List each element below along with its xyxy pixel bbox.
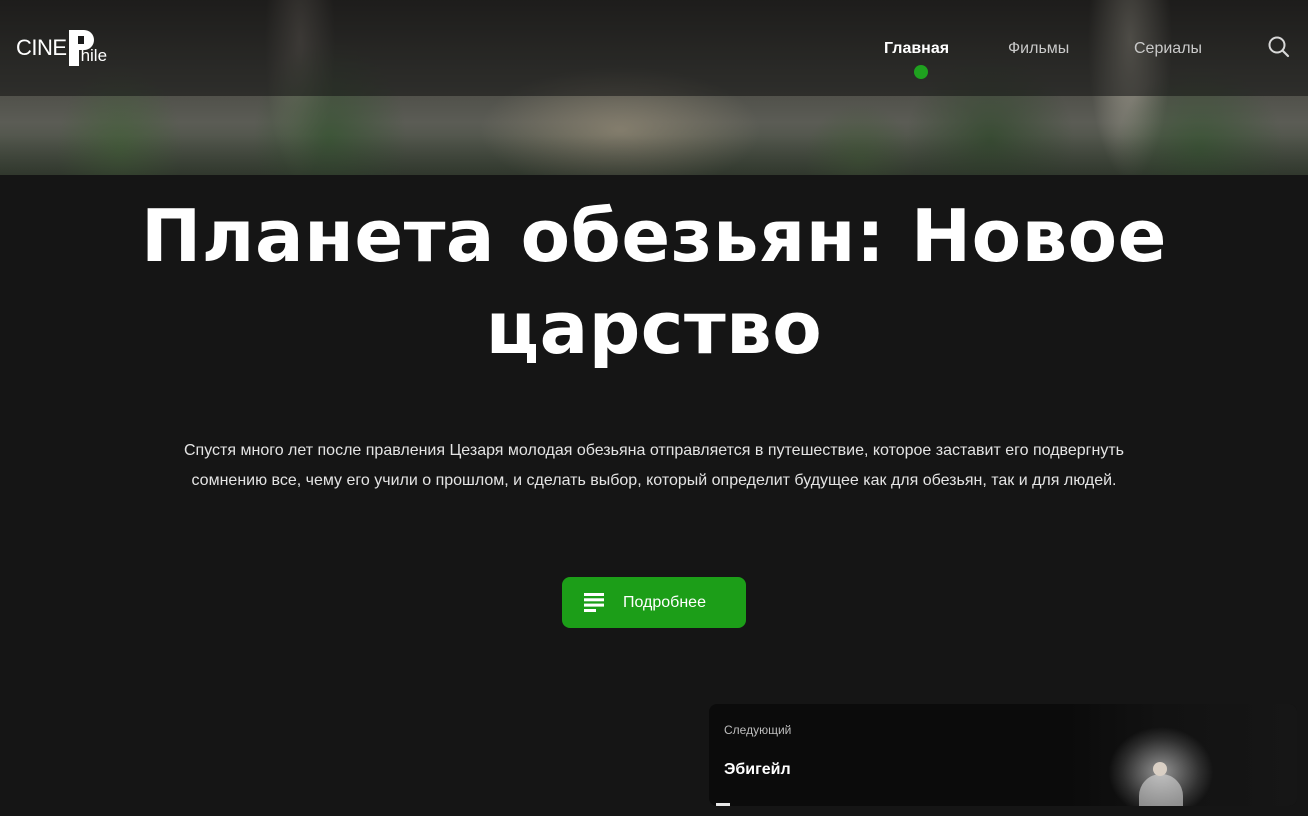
logo-mark: hile xyxy=(67,28,107,68)
thumbnail-figure-body xyxy=(1139,774,1183,806)
next-up-card[interactable]: Следующий Эбигейл xyxy=(709,704,1297,806)
details-button[interactable]: Подробнее xyxy=(562,577,746,628)
thumbnail-figure-head xyxy=(1153,762,1167,776)
next-up-label: Следующий xyxy=(724,723,792,737)
logo-prefix: CINE xyxy=(16,35,67,60)
list-icon xyxy=(584,593,604,612)
top-navigation-bar: CINE hile Главная Фильмы Сериалы xyxy=(0,0,1308,96)
details-button-label: Подробнее xyxy=(623,594,706,611)
logo-suffix: hile xyxy=(80,46,108,65)
hero-title: Планета обезьян: Новое царство xyxy=(141,194,1167,370)
next-up-title: Эбигейл xyxy=(724,761,791,778)
search-icon-glyph xyxy=(1268,36,1290,58)
nav-item-home[interactable]: Главная xyxy=(884,38,949,60)
nav-item-movies[interactable]: Фильмы xyxy=(1008,38,1069,60)
page: CINE hile Главная Фильмы Сериалы Планета… xyxy=(0,0,1308,816)
search-icon[interactable] xyxy=(1266,34,1292,60)
next-up-thumbnail xyxy=(1069,704,1297,806)
logo[interactable]: CINE hile xyxy=(16,28,107,68)
nav-item-series[interactable]: Сериалы xyxy=(1134,38,1202,60)
next-up-progress-bar xyxy=(716,803,730,806)
nav-active-indicator xyxy=(914,65,928,79)
hero-description: Спустя много лет после правления Цезаря … xyxy=(184,442,1124,489)
